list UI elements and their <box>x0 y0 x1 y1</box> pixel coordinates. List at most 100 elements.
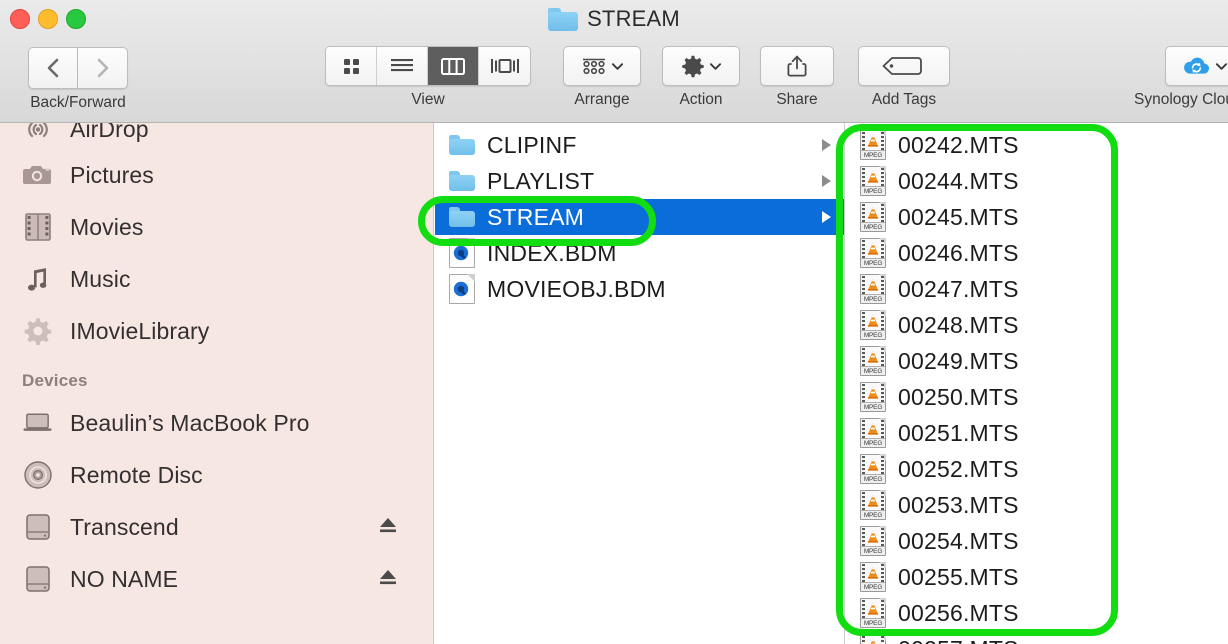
eject-icon[interactable] <box>377 515 399 540</box>
table-row[interactable]: MPEG 00246.MTS <box>846 235 1228 271</box>
file-name: 00254.MTS <box>898 527 1019 554</box>
mpeg-video-icon: MPEG <box>860 166 886 196</box>
table-row[interactable]: MPEG 00247.MTS <box>846 271 1228 307</box>
list-view-button[interactable] <box>377 47 428 85</box>
chevron-down-icon <box>709 62 721 70</box>
file-name: 00257.MTS <box>898 636 1019 644</box>
action-button[interactable] <box>662 46 740 86</box>
sidebar-item-label: AirDrop <box>70 123 149 142</box>
optical-disc-icon <box>22 460 53 491</box>
mpeg-video-icon: MPEG <box>860 526 886 556</box>
table-row[interactable]: MPEG 00249.MTS <box>846 343 1228 379</box>
sidebar-item-macbook-pro[interactable]: Beaulin’s MacBook Pro <box>0 397 433 449</box>
quicktime-doc-icon <box>449 238 475 268</box>
chevron-right-icon <box>822 139 831 151</box>
file-name: 00249.MTS <box>898 347 1019 374</box>
finder-window: STREAM Back/Forward View Arrange Action … <box>0 0 1228 644</box>
sidebar-item-transcend[interactable]: Transcend <box>0 501 433 553</box>
film-icon <box>22 212 53 243</box>
sidebar-item-imovielibrary[interactable]: IMovieLibrary <box>0 305 433 357</box>
sidebar-item-pictures[interactable]: Pictures <box>0 149 433 201</box>
sidebar[interactable]: AirDrop Pictures Movies Music IMovieLibr… <box>0 123 434 644</box>
mpeg-badge: MPEG <box>861 546 885 555</box>
file-name: 00245.MTS <box>898 203 1019 230</box>
music-note-icon <box>22 264 53 295</box>
table-row[interactable]: MOVIEOBJ.BDM <box>435 271 844 307</box>
gear-icon <box>22 316 53 347</box>
arrange-grid-icon <box>582 58 605 75</box>
share-group: Share <box>760 46 834 109</box>
table-row[interactable]: MPEG 00256.MTS <box>846 595 1228 631</box>
table-row[interactable]: CLIPINF <box>435 127 844 163</box>
table-row[interactable]: MPEG 00254.MTS <box>846 523 1228 559</box>
mts-file-list: MPEG 00242.MTS MPEG 00244.MTS MPEG 00245.MTS M… <box>846 127 1228 644</box>
mpeg-video-icon: MPEG <box>860 310 886 340</box>
sidebar-item-label: Pictures <box>70 161 154 188</box>
forward-button[interactable] <box>78 47 128 89</box>
synology-cloud-status-button[interactable] <box>1165 46 1228 86</box>
table-row[interactable]: MPEG 00250.MTS <box>846 379 1228 415</box>
eject-icon[interactable] <box>377 567 399 592</box>
mpeg-badge: MPEG <box>861 222 885 231</box>
view-mode-segmented-control[interactable] <box>325 46 531 86</box>
sidebar-item-label: Movies <box>70 213 144 240</box>
share-label: Share <box>776 91 818 108</box>
table-row[interactable]: MPEG 00257.MTS <box>846 631 1228 644</box>
file-name: 00251.MTS <box>898 419 1019 446</box>
file-name: MOVIEOBJ.BDM <box>487 275 666 302</box>
mpeg-badge: MPEG <box>861 150 885 159</box>
file-name: 00242.MTS <box>898 131 1019 158</box>
nav-label: Back/Forward <box>30 94 126 111</box>
table-row[interactable]: MPEG 00251.MTS <box>846 415 1228 451</box>
back-button[interactable] <box>28 47 78 89</box>
sidebar-item-airdrop[interactable]: AirDrop <box>0 123 433 149</box>
file-name: STREAM <box>487 203 585 230</box>
sidebar-item-label: NO NAME <box>70 565 179 592</box>
action-group: Action <box>662 46 740 109</box>
share-button[interactable] <box>760 46 834 86</box>
sidebar-item-movies[interactable]: Movies <box>0 201 433 253</box>
file-name: 00246.MTS <box>898 239 1019 266</box>
arrange-group: Arrange <box>563 46 641 109</box>
table-row[interactable]: MPEG 00245.MTS <box>846 199 1228 235</box>
sidebar-item-label: Transcend <box>70 513 179 540</box>
table-row[interactable]: PLAYLIST <box>435 163 844 199</box>
mpeg-video-icon: MPEG <box>860 454 886 484</box>
camera-icon <box>22 160 53 191</box>
file-name: 00252.MTS <box>898 455 1019 482</box>
quicktime-doc-icon <box>449 274 475 304</box>
column-right[interactable]: MPEG 00242.MTS MPEG 00244.MTS MPEG 00245.MTS M… <box>846 123 1228 644</box>
hard-drive-icon <box>22 512 53 543</box>
add-tags-button[interactable] <box>858 46 950 86</box>
gallery-icon <box>490 59 519 73</box>
table-row[interactable]: MPEG 00244.MTS <box>846 163 1228 199</box>
sidebar-item-label: Remote Disc <box>70 461 203 488</box>
mpeg-video-icon: MPEG <box>860 202 886 232</box>
table-row-selected[interactable]: STREAM <box>435 199 844 235</box>
mpeg-video-icon: MPEG <box>860 346 886 376</box>
table-row[interactable]: MPEG 00252.MTS <box>846 451 1228 487</box>
sidebar-item-remote-disc[interactable]: Remote Disc <box>0 449 433 501</box>
mpeg-video-icon: MPEG <box>860 562 886 592</box>
mpeg-video-icon: MPEG <box>860 238 886 268</box>
mpeg-badge: MPEG <box>861 618 885 627</box>
icon-view-button[interactable] <box>326 47 377 85</box>
sidebar-item-no-name[interactable]: NO NAME <box>0 553 433 605</box>
gallery-view-button[interactable] <box>479 47 530 85</box>
add-tags-group: Add Tags <box>858 46 950 109</box>
sidebar-item-music[interactable]: Music <box>0 253 433 305</box>
column-view-button[interactable] <box>428 47 479 85</box>
mpeg-video-icon: MPEG <box>860 274 886 304</box>
laptop-icon <box>22 408 53 439</box>
table-row[interactable]: MPEG 00242.MTS <box>846 127 1228 163</box>
arrange-button[interactable] <box>563 46 641 86</box>
table-row[interactable]: MPEG 00253.MTS <box>846 487 1228 523</box>
file-name: 00250.MTS <box>898 383 1019 410</box>
mpeg-badge: MPEG <box>861 330 885 339</box>
column-middle[interactable]: CLIPINF PLAYLIST STREAM INDEX.BDM MOVIEO… <box>435 123 845 644</box>
synology-label: Synology Cloud Stat <box>1134 91 1228 108</box>
table-row[interactable]: MPEG 00248.MTS <box>846 307 1228 343</box>
share-icon <box>787 55 807 77</box>
table-row[interactable]: MPEG 00255.MTS <box>846 559 1228 595</box>
table-row[interactable]: INDEX.BDM <box>435 235 844 271</box>
